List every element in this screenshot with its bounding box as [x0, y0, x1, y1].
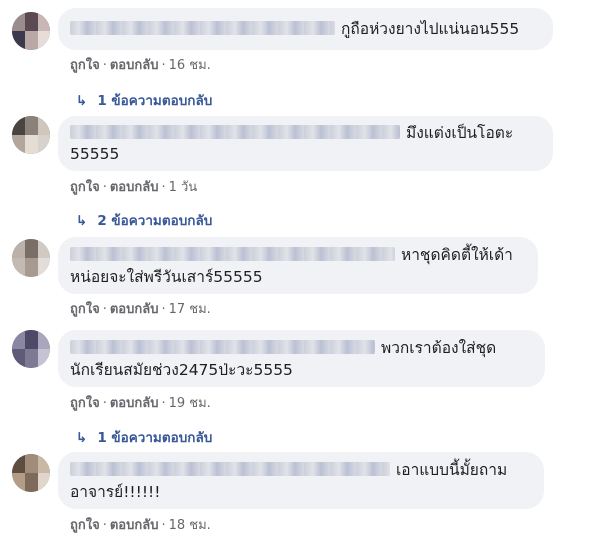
blurred-author-name[interactable]: [70, 21, 335, 35]
view-replies-link[interactable]: ↳ 1 ข้อความตอบกลับ: [76, 426, 212, 448]
avatar[interactable]: [12, 330, 50, 368]
like-button[interactable]: ถูกใจ: [70, 58, 100, 73]
blurred-author-name[interactable]: [70, 247, 395, 261]
comment-text-line2: 55555: [70, 145, 120, 163]
like-button[interactable]: ถูกใจ: [70, 180, 100, 195]
comment-bubble: หาชุดคิดตี้ให้เด้า หน่อยจะใส่พรีวันเสาร์…: [58, 237, 538, 294]
view-replies-link[interactable]: ↳ 2 ข้อความตอบกลับ: [76, 209, 212, 231]
avatar[interactable]: [12, 454, 50, 492]
comment-time[interactable]: 1 วัน: [169, 180, 198, 195]
reply-arrow-icon: ↳: [76, 93, 88, 109]
comment-time[interactable]: 18 ชม.: [169, 518, 211, 533]
comment-time[interactable]: 17 ชม.: [169, 302, 211, 317]
avatar[interactable]: [12, 239, 50, 277]
reply-arrow-icon: ↳: [76, 430, 88, 446]
comment-actions: ถูกใจ · ตอบกลับ · 1 วัน: [70, 180, 198, 195]
comment-time[interactable]: 16 ชม.: [169, 58, 211, 73]
comment-bubble: มึงแต่งเป็นโอตะ 55555: [58, 116, 553, 171]
comment-actions: ถูกใจ · ตอบกลับ · 18 ชม.: [70, 518, 211, 533]
avatar[interactable]: [12, 116, 50, 154]
reply-button[interactable]: ตอบกลับ: [110, 518, 159, 533]
comment-text: กูถือห่วงยางไปแน่นอน555: [341, 19, 520, 38]
comment-text: เอาแบบนี้มั้ยถาม: [396, 460, 508, 479]
reply-button[interactable]: ตอบกลับ: [110, 58, 159, 73]
comment-bubble: เอาแบบนี้มั้ยถาม อาจารย์!!!!!!: [58, 452, 544, 509]
blurred-author-name[interactable]: [70, 125, 400, 139]
blurred-author-name[interactable]: [70, 340, 375, 354]
view-replies-link[interactable]: ↳ 1 ข้อความตอบกลับ: [76, 89, 212, 111]
replies-count-label[interactable]: 1 ข้อความตอบกลับ: [97, 430, 212, 446]
comment-text: หาชุดคิดตี้ให้เด้า: [401, 245, 513, 264]
blurred-author-name[interactable]: [70, 462, 390, 476]
reply-button[interactable]: ตอบกลับ: [110, 396, 159, 411]
comment-text-line2: นักเรียนสมัยช่วง2475ป่ะวะ5555: [70, 360, 293, 379]
comment-text-line2: อาจารย์!!!!!!: [70, 482, 161, 501]
comment-actions: ถูกใจ · ตอบกลับ · 17 ชม.: [70, 302, 211, 317]
comment-actions: ถูกใจ · ตอบกลับ · 16 ชม.: [70, 58, 211, 73]
comment-time[interactable]: 19 ชม.: [169, 396, 211, 411]
reply-button[interactable]: ตอบกลับ: [110, 302, 159, 317]
like-button[interactable]: ถูกใจ: [70, 302, 100, 317]
like-button[interactable]: ถูกใจ: [70, 518, 100, 533]
comment-text: มึงแต่งเป็นโอตะ: [406, 123, 514, 142]
reply-button[interactable]: ตอบกลับ: [110, 180, 159, 195]
comment-bubble: กูถือห่วงยางไปแน่นอน555: [58, 8, 553, 50]
avatar[interactable]: [12, 12, 50, 50]
comment-text: พวกเราต้องใส่ชุด: [381, 338, 497, 357]
replies-count-label[interactable]: 2 ข้อความตอบกลับ: [97, 213, 212, 229]
reply-arrow-icon: ↳: [76, 213, 88, 229]
replies-count-label[interactable]: 1 ข้อความตอบกลับ: [97, 93, 212, 109]
comment-text-line2: หน่อยจะใส่พรีวันเสาร์55555: [70, 267, 263, 286]
comment-bubble: พวกเราต้องใส่ชุด นักเรียนสมัยช่วง2475ป่ะ…: [58, 330, 545, 387]
comment-actions: ถูกใจ · ตอบกลับ · 19 ชม.: [70, 396, 211, 411]
like-button[interactable]: ถูกใจ: [70, 396, 100, 411]
